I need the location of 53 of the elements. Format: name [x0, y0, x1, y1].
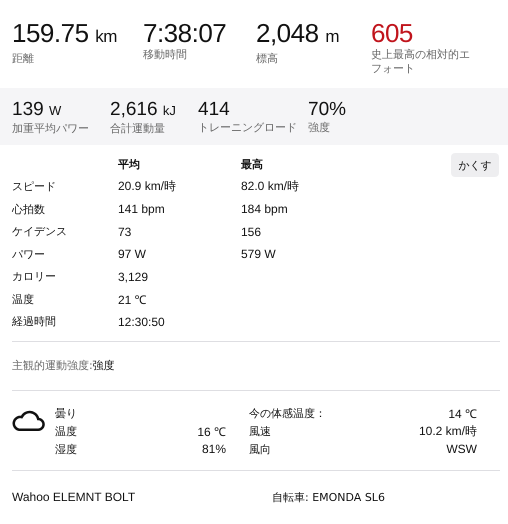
- stat-value: 159.75 km: [12, 18, 118, 50]
- column-header: 平均: [118, 156, 141, 172]
- table-cell-text: 21 ℃: [118, 292, 148, 308]
- stat-label: 距離: [12, 52, 35, 66]
- table-cell-text: 184 bpm: [241, 202, 289, 216]
- row-label: カロリー: [12, 269, 57, 284]
- row-label: スピード: [12, 179, 57, 194]
- stat-value: 2,616 kJ: [110, 98, 177, 122]
- stat-value: 70%: [308, 98, 348, 121]
- table-cell-text: 579 W: [241, 247, 277, 262]
- stat-label: 合計運動量: [110, 122, 166, 136]
- weather-condition: 曇り: [55, 406, 77, 420]
- table-cell-text: 20.9 km/時: [118, 178, 178, 196]
- stat-value: 605: [371, 18, 414, 48]
- weather-value: 16 ℃: [197, 424, 226, 440]
- weather-label: 今の体感温度：: [249, 406, 327, 420]
- row-label: 経過時間: [12, 314, 57, 330]
- stat-value: 7:38:07: [143, 18, 228, 48]
- table-cell-text: 156: [241, 224, 262, 239]
- weather-value: 14 ℃: [448, 406, 477, 422]
- table-cell-text: 141 bpm: [118, 202, 166, 216]
- table-cell-text: 12:30:50: [118, 314, 166, 329]
- exertion-label: 主観的運動強度:: [12, 359, 93, 372]
- table-cell-text: 82.0 km/時: [241, 178, 300, 196]
- weather-label: 風向: [249, 442, 272, 456]
- stat-label: 史上最高の相対的エフォート: [371, 48, 471, 76]
- weather-label: 湿度: [55, 442, 78, 456]
- stat-value: 2,048 m: [256, 18, 340, 50]
- weather-value: 81%: [202, 442, 226, 456]
- weather-label: 温度: [55, 424, 78, 438]
- device-name: Wahoo ELEMNT BOLT: [12, 490, 136, 505]
- stat-label: 移動時間: [143, 48, 188, 62]
- row-label: 温度: [12, 292, 35, 307]
- cloud-icon: [12, 408, 45, 432]
- stat-value: 139 W: [12, 98, 62, 122]
- weather-value: WSW: [446, 442, 477, 456]
- table-cell-text: 73: [118, 224, 132, 239]
- column-header: 最高: [241, 156, 264, 172]
- row-label: パワー: [12, 246, 46, 262]
- stat-label: トレーニングロード: [198, 121, 298, 135]
- weather-label: 風速: [249, 424, 272, 438]
- stat-label: 加重平均パワー: [12, 122, 90, 136]
- stat-label: 標高: [256, 52, 279, 66]
- row-label: ケイデンス: [12, 224, 68, 240]
- weather-value: 10.2 km/時: [418, 422, 477, 440]
- row-label: 心拍数: [12, 202, 46, 217]
- bike-name: 自転車: EMONDA SL6: [272, 490, 385, 505]
- table-cell-text: 3,129: [118, 270, 150, 284]
- stat-value: 414: [198, 98, 231, 121]
- exertion-value: 強度: [92, 359, 115, 372]
- hide-button[interactable]: かくす: [451, 153, 499, 177]
- stat-label: 強度: [308, 121, 331, 135]
- table-cell-text: 97 W: [118, 247, 148, 262]
